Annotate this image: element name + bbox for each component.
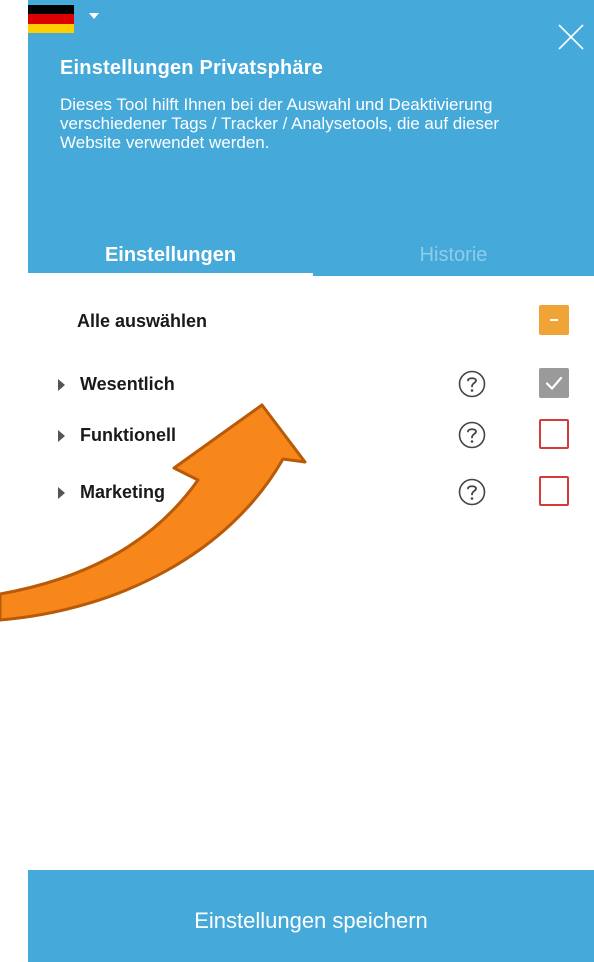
category-label: Wesentlich (80, 374, 175, 394)
active-tab-indicator (28, 273, 313, 276)
category-label: Marketing (80, 482, 166, 502)
tab-history[interactable]: Historie (313, 244, 594, 276)
question-circle-icon[interactable] (457, 477, 487, 507)
caret-right-icon[interactable] (58, 379, 65, 391)
category-row-marketing[interactable]: Marketing (28, 474, 594, 510)
select-all-label: Alle auswählen (77, 311, 208, 331)
privacy-settings-panel: Einstellungen Privatsphäre Dieses Tool h… (28, 0, 594, 962)
flag-stripe-gold (28, 23, 74, 33)
language-dropdown-icon[interactable] (89, 13, 99, 19)
close-icon[interactable] (556, 22, 586, 52)
select-all-checkbox[interactable] (539, 305, 569, 335)
category-row-funktionell[interactable]: Funktionell (28, 417, 594, 453)
category-checkbox-unchecked[interactable] (539, 419, 569, 449)
category-label: Funktionell (80, 425, 176, 445)
question-circle-icon[interactable] (457, 420, 487, 450)
question-circle-icon[interactable] (457, 369, 487, 399)
panel-title: Einstellungen Privatsphäre (60, 57, 324, 79)
checkmark-icon (545, 376, 563, 390)
caret-right-icon[interactable] (58, 430, 65, 442)
caret-right-icon[interactable] (58, 487, 65, 499)
category-row-wesentlich[interactable]: Wesentlich (28, 366, 594, 402)
german-flag-icon[interactable] (28, 5, 74, 33)
flag-stripe-red (28, 14, 74, 24)
panel-header: Einstellungen Privatsphäre Dieses Tool h… (28, 0, 594, 276)
category-checkbox-checked[interactable] (539, 368, 569, 398)
tab-settings[interactable]: Einstellungen (28, 244, 313, 276)
save-settings-button[interactable]: Einstellungen speichern (28, 870, 594, 962)
category-checkbox-unchecked[interactable] (539, 476, 569, 506)
select-all-row: Alle auswählen (28, 303, 594, 339)
flag-stripe-black (28, 5, 74, 15)
panel-description: Dieses Tool hilft Ihnen bei der Auswahl … (60, 95, 500, 152)
